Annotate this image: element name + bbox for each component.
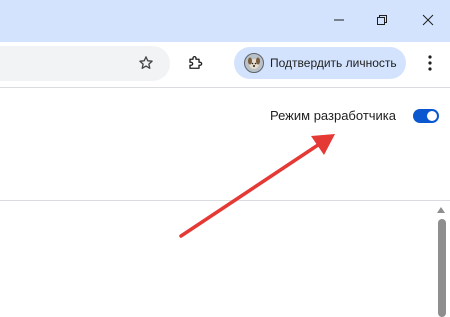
minimize-icon — [334, 19, 344, 21]
profile-label: Подтвердить личность — [270, 56, 397, 70]
close-icon — [422, 14, 434, 26]
developer-mode-toggle[interactable] — [413, 109, 439, 123]
close-button[interactable] — [411, 4, 445, 36]
scrollbar-thumb[interactable] — [438, 219, 446, 317]
toggle-knob — [427, 111, 437, 121]
dog-avatar-icon — [244, 53, 264, 73]
restore-button[interactable] — [365, 4, 399, 36]
puzzle-icon — [189, 56, 203, 69]
restore-icon — [377, 15, 387, 25]
extensions-page: Режим разработчика — [0, 88, 450, 317]
minimize-button[interactable] — [322, 4, 356, 36]
kebab-menu-icon — [428, 55, 432, 71]
developer-mode-label: Режим разработчика — [270, 108, 397, 123]
bookmark-button[interactable] — [131, 48, 161, 78]
browser-toolbar: Подтвердить личность — [0, 42, 450, 88]
menu-button[interactable] — [415, 48, 445, 78]
scroll-up-button[interactable] — [436, 205, 446, 215]
header-divider — [0, 200, 450, 201]
title-bar — [0, 0, 450, 42]
star-icon — [139, 56, 153, 69]
scroll-up-arrow-icon — [437, 207, 445, 213]
extensions-button[interactable] — [181, 48, 211, 78]
profile-button[interactable]: Подтвердить личность — [234, 47, 406, 79]
